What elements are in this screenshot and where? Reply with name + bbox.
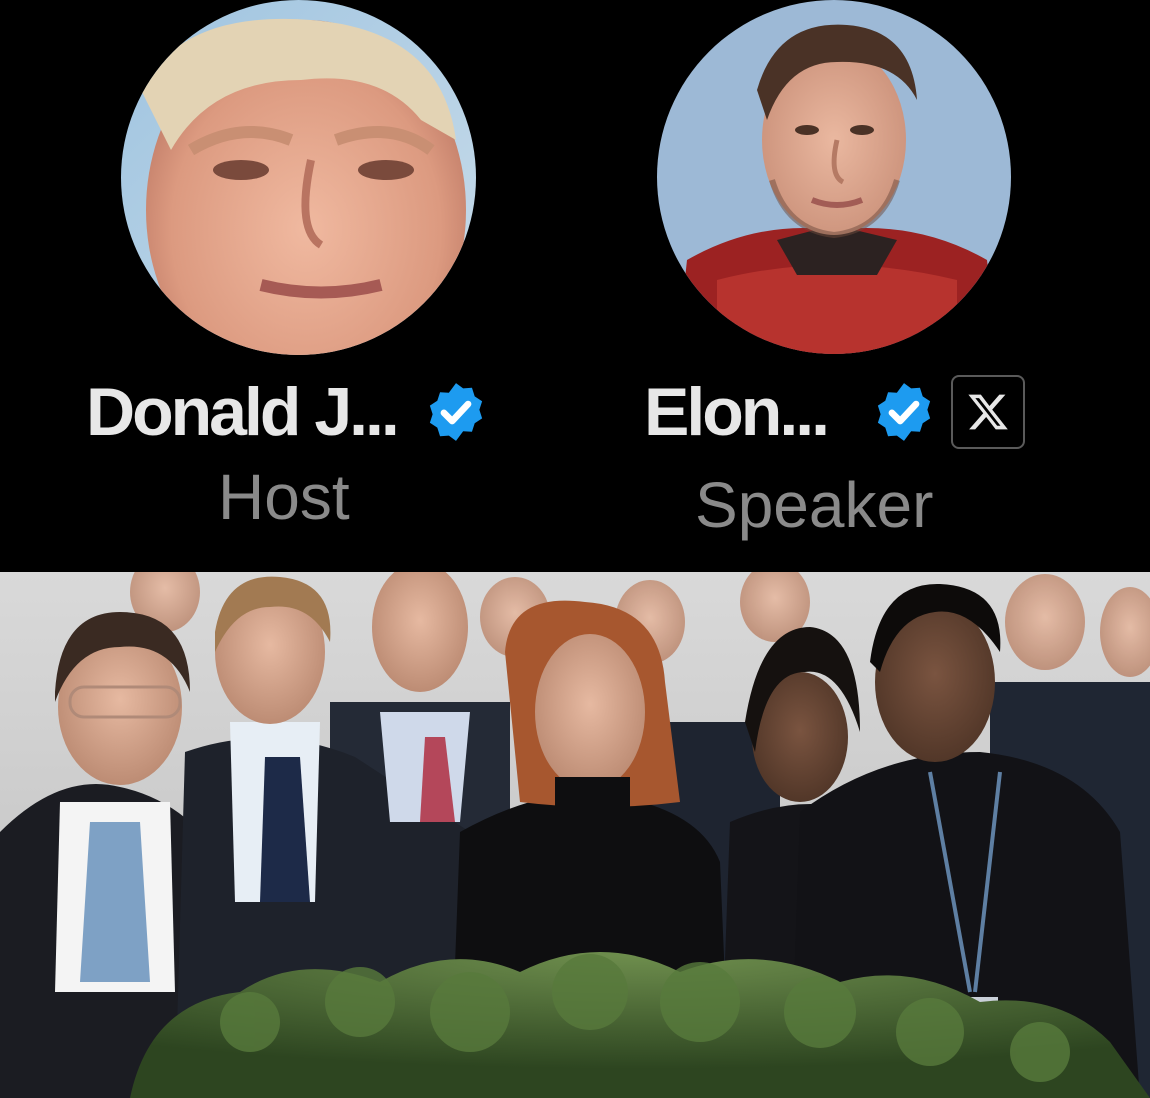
verified-badge-icon	[877, 383, 931, 441]
speaker-avatar[interactable]	[657, 0, 1011, 354]
x-affiliate-chip[interactable]	[951, 375, 1025, 449]
spaces-speakers-panel: Donald J... Host Elon... Speaker	[0, 0, 1150, 572]
verified-badge-icon	[429, 383, 482, 441]
host-avatar[interactable]	[121, 0, 476, 355]
host-name[interactable]: Donald J...	[86, 373, 400, 451]
group-photo-image	[0, 572, 1150, 1098]
host-avatar-image	[121, 0, 476, 355]
group-photo	[0, 572, 1150, 1098]
speaker-name[interactable]: Elon...	[644, 373, 830, 451]
host-role: Host	[218, 461, 350, 533]
speaker-avatar-image	[657, 0, 1011, 354]
speaker-role: Speaker	[695, 469, 934, 541]
x-logo-icon	[968, 394, 1008, 430]
